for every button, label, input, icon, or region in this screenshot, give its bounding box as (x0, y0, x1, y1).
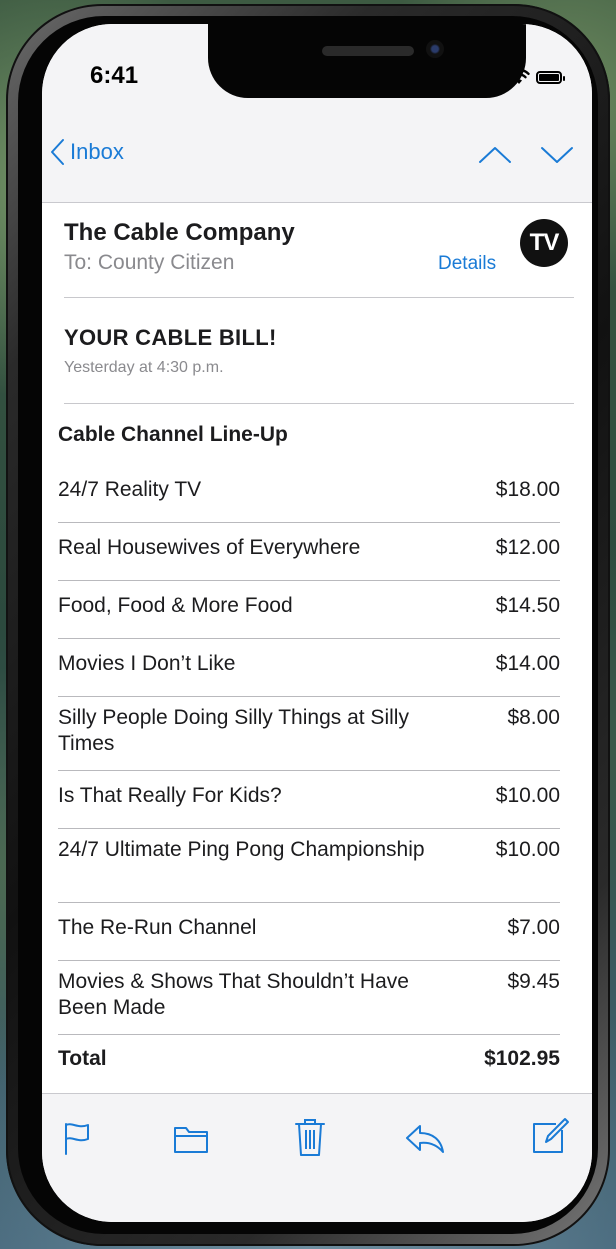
list-item: Is That Really For Kids? $10.00 (58, 771, 560, 829)
channel-name: Silly People Doing Silly Things at Silly… (58, 706, 409, 755)
sender-avatar[interactable]: TV (520, 219, 568, 267)
channel-price: $18.00 (495, 478, 560, 501)
list-item: Movies I Don’t Like $14.00 (58, 639, 560, 697)
details-link[interactable]: Details (438, 253, 496, 275)
chevron-down-icon[interactable] (538, 140, 576, 170)
channel-price: $10.00 (495, 784, 560, 807)
battery-icon (536, 70, 565, 84)
reply-icon[interactable] (404, 1120, 446, 1156)
phone-screen: 6:41 Inbox The Cable Company To: County … (42, 24, 592, 1222)
sender-name: The Cable Company (64, 219, 295, 246)
recipient-line: To: County Citizen (64, 251, 235, 274)
channel-name: 24/7 Ultimate Ping Pong Championship (58, 838, 425, 861)
chevron-up-icon[interactable] (476, 140, 514, 170)
sender-header: The Cable Company To: County Citizen Det… (64, 219, 574, 298)
list-item: 24/7 Reality TV $18.00 (58, 465, 560, 523)
channel-name: Is That Really For Kids? (58, 784, 282, 807)
channel-name: 24/7 Reality TV (58, 478, 202, 501)
compose-icon[interactable] (530, 1116, 570, 1156)
flag-icon[interactable] (60, 1120, 94, 1156)
trash-icon[interactable] (292, 1116, 328, 1158)
channel-price: $7.00 (507, 916, 560, 939)
subject-header: YOUR CABLE BILL! Yesterday at 4:30 p.m. (64, 299, 574, 404)
section-title: Cable Channel Line-Up (58, 423, 288, 446)
back-label: Inbox (70, 139, 124, 164)
email-subject: YOUR CABLE BILL! (64, 325, 277, 350)
list-item: The Re-Run Channel $7.00 (58, 903, 560, 961)
channel-price: $12.00 (495, 536, 560, 559)
total-row: Total $102.95 (58, 1035, 560, 1087)
channel-price: $14.00 (495, 652, 560, 675)
channel-name: Real Housewives of Everywhere (58, 536, 361, 559)
front-camera (426, 40, 444, 58)
list-item: Movies & Shows That Shouldn’t Have Been … (58, 961, 560, 1035)
channel-name: Movies I Don’t Like (58, 652, 236, 675)
folder-icon[interactable] (172, 1120, 210, 1156)
list-item: Food, Food & More Food $14.50 (58, 581, 560, 639)
status-time: 6:41 (90, 62, 139, 89)
channel-price: $14.50 (495, 594, 560, 617)
channel-price: $9.45 (507, 970, 560, 993)
channel-name: Movies & Shows That Shouldn’t Have Been … (58, 970, 409, 1019)
channel-price: $8.00 (507, 706, 560, 729)
total-value: $102.95 (484, 1047, 560, 1070)
list-item: Real Housewives of Everywhere $12.00 (58, 523, 560, 581)
channel-name: The Re-Run Channel (58, 916, 257, 939)
navigation-bar: Inbox (42, 124, 592, 203)
back-to-inbox-button[interactable]: Inbox (50, 138, 124, 166)
total-label: Total (58, 1047, 107, 1070)
bottom-toolbar (42, 1093, 592, 1222)
channel-price: $10.00 (495, 838, 560, 861)
notch (208, 24, 526, 98)
message-navigation (476, 140, 576, 170)
chevron-left-icon (51, 139, 64, 165)
speaker-grille (322, 46, 414, 56)
email-date: Yesterday at 4:30 p.m. (64, 359, 224, 376)
channel-list: 24/7 Reality TV $18.00 Real Housewives o… (58, 465, 560, 1087)
channel-name: Food, Food & More Food (58, 594, 293, 617)
list-item: Silly People Doing Silly Things at Silly… (58, 697, 560, 771)
email-content: The Cable Company To: County Citizen Det… (42, 203, 592, 1093)
list-item: 24/7 Ultimate Ping Pong Championship $10… (58, 829, 560, 903)
